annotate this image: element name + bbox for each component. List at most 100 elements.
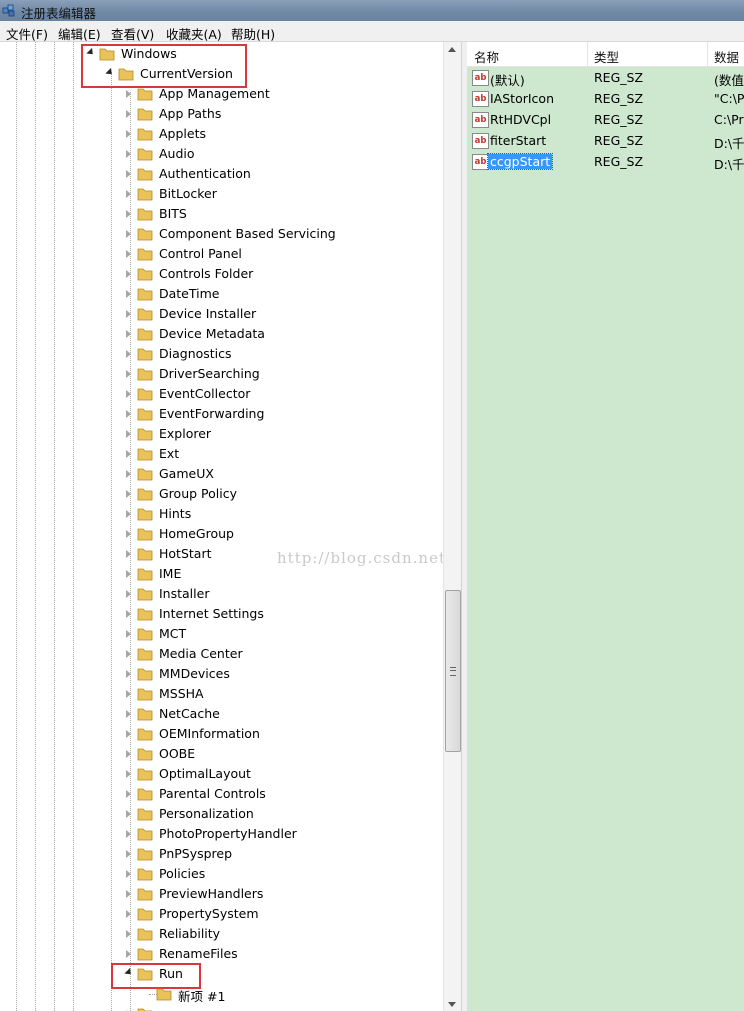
- folder-icon: [137, 868, 153, 881]
- tree-node-label: Ext: [159, 446, 180, 461]
- expand-arrow-icon[interactable]: [126, 910, 131, 918]
- expand-arrow-icon[interactable]: [126, 450, 131, 458]
- menu-view[interactable]: 查看(V): [111, 24, 154, 43]
- expand-arrow-icon[interactable]: [126, 190, 131, 198]
- folder-icon: [137, 388, 153, 401]
- value-name[interactable]: RtHDVCpl: [490, 112, 551, 127]
- expand-arrow-icon[interactable]: [126, 390, 131, 398]
- expand-arrow-icon[interactable]: [126, 470, 131, 478]
- expand-arrow-icon[interactable]: [126, 130, 131, 138]
- folder-icon: [137, 568, 153, 581]
- list-row[interactable]: abRtHDVCpl REG_SZ C:\Pro: [467, 109, 744, 130]
- value-data: D:\千人: [714, 157, 744, 172]
- folder-icon: [137, 228, 153, 241]
- expand-arrow-icon[interactable]: [126, 90, 131, 98]
- expand-arrow-icon[interactable]: [126, 250, 131, 258]
- expand-arrow-icon[interactable]: [126, 810, 131, 818]
- column-header-type[interactable]: 类型: [594, 47, 619, 66]
- value-type: REG_SZ: [594, 70, 644, 85]
- list-row[interactable]: abfiterStart REG_SZ D:\千人: [467, 130, 744, 151]
- expand-arrow-icon[interactable]: [126, 330, 131, 338]
- folder-icon: [137, 188, 153, 201]
- value-name[interactable]: IAStorIcon: [490, 91, 554, 106]
- expand-arrow-icon[interactable]: [126, 410, 131, 418]
- expand-arrow-icon[interactable]: [126, 210, 131, 218]
- expand-arrow-icon[interactable]: [126, 590, 131, 598]
- scrollbar-thumb[interactable]: [445, 590, 461, 752]
- tree-node-label: OptimalLayout: [159, 766, 251, 781]
- tree-vertical-scrollbar[interactable]: [443, 42, 461, 1011]
- menu-edit[interactable]: 编辑(E): [58, 24, 101, 43]
- value-name[interactable]: (默认): [490, 70, 525, 89]
- menu-help[interactable]: 帮助(H): [231, 24, 275, 43]
- list-row[interactable]: abccgpStart REG_SZ D:\千人: [467, 151, 744, 172]
- expand-arrow-icon[interactable]: [126, 710, 131, 718]
- expand-arrow-icon[interactable]: [126, 370, 131, 378]
- expand-arrow-icon[interactable]: [126, 650, 131, 658]
- expand-arrow-icon[interactable]: [126, 830, 131, 838]
- value-type: REG_SZ: [594, 154, 644, 169]
- expand-arrow-icon[interactable]: [126, 490, 131, 498]
- tree-node-label: HomeGroup: [159, 526, 234, 541]
- folder-icon: [137, 708, 153, 721]
- string-value-icon: ab: [472, 112, 489, 128]
- expand-arrow-icon[interactable]: [126, 230, 131, 238]
- list-row[interactable]: ab(默认) REG_SZ (数值未: [467, 67, 744, 88]
- expand-arrow-icon[interactable]: [126, 530, 131, 538]
- expand-arrow-icon[interactable]: [126, 270, 131, 278]
- expand-arrow-icon[interactable]: [126, 290, 131, 298]
- list-row[interactable]: abIAStorIcon REG_SZ "C:\Pr: [467, 88, 744, 109]
- expand-arrow-icon[interactable]: [126, 670, 131, 678]
- tree-node-label: App Paths: [159, 106, 222, 121]
- folder-icon: [137, 828, 153, 841]
- expand-arrow-icon[interactable]: [126, 730, 131, 738]
- value-name[interactable]: ccgpStart: [486, 153, 554, 170]
- expand-arrow-icon[interactable]: [126, 850, 131, 858]
- folder-icon: [137, 88, 153, 101]
- folder-icon: [137, 948, 153, 961]
- folder-icon: [137, 508, 153, 521]
- scroll-down-arrow-icon[interactable]: [448, 1002, 456, 1007]
- column-separator[interactable]: [587, 42, 588, 66]
- tree-node-label: PreviewHandlers: [159, 886, 264, 901]
- expand-arrow-icon[interactable]: [126, 790, 131, 798]
- expand-arrow-icon[interactable]: [126, 110, 131, 118]
- value-type: REG_SZ: [594, 112, 644, 127]
- tree-node-label: Controls Folder: [159, 266, 254, 281]
- menu-favorites[interactable]: 收藏夹(A): [166, 24, 222, 43]
- column-header-name[interactable]: 名称: [474, 47, 499, 66]
- expand-arrow-icon[interactable]: [126, 150, 131, 158]
- value-name[interactable]: fiterStart: [490, 133, 546, 148]
- expand-arrow-icon[interactable]: [126, 870, 131, 878]
- expand-arrow-icon[interactable]: [126, 630, 131, 638]
- expand-arrow-icon[interactable]: [126, 950, 131, 958]
- title-bar: 注册表编辑器: [0, 0, 744, 21]
- folder-icon: [137, 548, 153, 561]
- expand-arrow-icon[interactable]: [126, 890, 131, 898]
- expand-arrow-icon[interactable]: [126, 170, 131, 178]
- column-separator[interactable]: [707, 42, 708, 66]
- column-header-data[interactable]: 数据: [714, 47, 739, 66]
- folder-icon: [137, 108, 153, 121]
- expand-arrow-icon[interactable]: [126, 610, 131, 618]
- tree-guide: [73, 42, 74, 1011]
- expand-arrow-icon[interactable]: [126, 570, 131, 578]
- expand-arrow-icon[interactable]: [126, 770, 131, 778]
- expand-arrow-icon[interactable]: [126, 310, 131, 318]
- tree-guide: [54, 42, 55, 1011]
- scroll-up-arrow-icon[interactable]: [448, 47, 456, 52]
- expand-arrow-icon[interactable]: [126, 930, 131, 938]
- expand-arrow-icon[interactable]: [126, 510, 131, 518]
- expand-arrow-icon[interactable]: [126, 550, 131, 558]
- tree-node-label: PropertySystem: [159, 906, 259, 921]
- expand-arrow-icon[interactable]: [126, 690, 131, 698]
- menu-file[interactable]: 文件(F): [6, 24, 48, 43]
- tree-node-label: Explorer: [159, 426, 212, 441]
- expand-arrow-icon[interactable]: [126, 430, 131, 438]
- tree-node-label: MSSHA: [159, 686, 204, 701]
- registry-value-list[interactable]: 名称 类型 数据 ab(默认)REG_SZ(数值未abIAStorIconREG…: [467, 42, 744, 1011]
- expand-arrow-icon[interactable]: [126, 350, 131, 358]
- registry-key-tree[interactable]: Windows CurrentVersion App Management App…: [0, 42, 462, 1011]
- folder-icon: [137, 288, 153, 301]
- expand-arrow-icon[interactable]: [126, 750, 131, 758]
